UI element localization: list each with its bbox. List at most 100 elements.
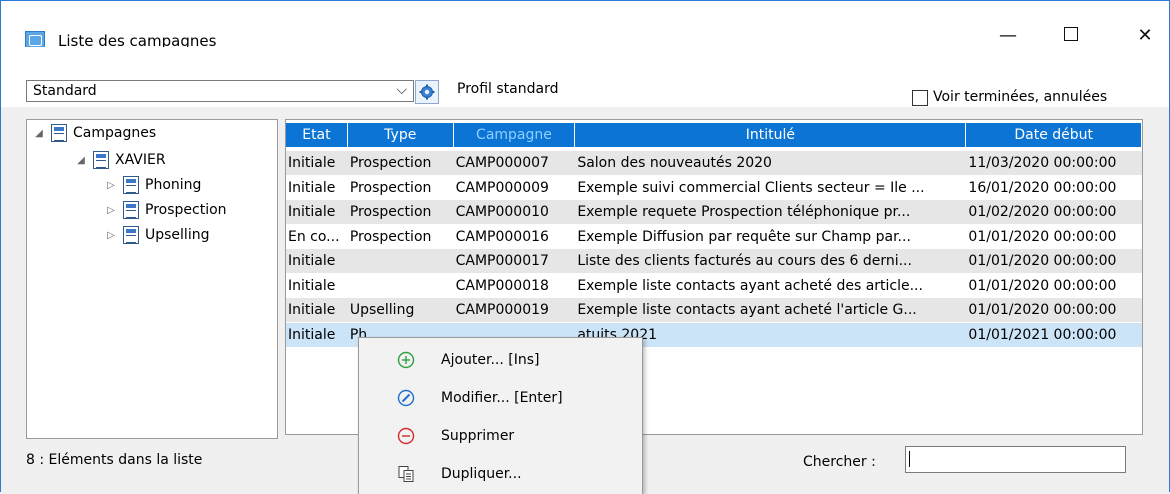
cell-date: 11/03/2020 00:00:00 [968,155,1117,171]
folder-doc-icon [123,201,139,219]
cell-type: Prospection [349,204,432,220]
cell-date: 16/01/2020 00:00:00 [968,179,1117,196]
cell-campagne: CAMP000009 [455,179,549,196]
delete-icon [397,427,415,445]
view-select[interactable]: Standard ⌵ [26,80,414,102]
search-input[interactable] [905,446,1126,473]
tree-node-prospection[interactable]: ▷ Prospection [105,201,227,219]
title-bar: Liste des campagnes — ✕ [1,1,1169,50]
column-header-date-debut[interactable]: Date début [966,123,1142,147]
tree-node-phoning[interactable]: ▷ Phoning [105,176,201,194]
profile-settings-button[interactable] [415,80,439,104]
cell-intitule: Exemple liste contacts ayant acheté des … [577,277,923,294]
column-header-type[interactable]: Type [348,123,454,147]
tree-node-upselling[interactable]: ▷ Upselling [105,226,209,244]
table-row[interactable]: Initiale CAMP000017 Liste des clients fact… [286,249,1142,273]
search-label: Chercher : [803,454,876,470]
cell-date: 01/01/2020 00:00:00 [968,302,1117,318]
menu-item-add[interactable]: Ajouter... [Ins] [359,342,642,378]
duplicate-icon [398,466,414,482]
cell-intitule: Liste des clients facturés au cours des … [577,253,912,269]
tree-node-label: Phoning [145,177,202,193]
cell-campagne: CAMP000018 [455,277,549,294]
profile-label: Profil standard [457,81,559,97]
cell-etat: Initiale [288,326,336,343]
folder-doc-icon [123,176,139,194]
collapse-icon[interactable]: ◢ [33,128,45,139]
expand-icon[interactable]: ▷ [105,230,117,241]
cell-etat: Initiale [288,179,336,196]
menu-item-duplicate[interactable]: Dupliquer... [359,456,642,492]
text-caret [909,451,910,467]
campaign-tree: ◢ Campagnes ◢ XAVIER ▷ Phoning ▷ Prospec… [26,119,278,439]
campaign-list-window: Liste des campagnes — ✕ Standard ⌵ Profi… [0,0,1170,494]
menu-item-label: Ajouter... [Ins] [441,352,540,368]
show-finished-label[interactable]: Voir terminées, annulées [933,89,1107,105]
table-row[interactable]: En co... Prospection CAMP000016 Exemple Dif… [286,225,1142,249]
folder-doc-icon [93,151,109,169]
cell-campagne: CAMP000019 [455,302,549,318]
tree-node-root[interactable]: ◢ Campagnes [33,124,156,142]
maximize-button[interactable] [1056,25,1086,46]
cell-etat: Initiale [288,302,336,318]
cell-campagne: CAMP000016 [455,228,549,245]
collapse-icon[interactable]: ◢ [75,155,87,166]
view-select-value: Standard [33,83,97,99]
cell-intitule: Exemple suivi commercial Clients secteur… [577,179,925,196]
cell-type: Prospection [349,228,432,245]
cell-date: 01/01/2020 00:00:00 [968,253,1117,269]
maximize-icon [1064,27,1078,41]
cell-date: 01/02/2020 00:00:00 [968,204,1117,220]
folder-doc-icon [123,226,139,244]
cell-date: 01/01/2020 00:00:00 [968,277,1117,294]
tree-node-label: Upselling [145,227,210,243]
column-header-etat[interactable]: Etat [286,123,348,147]
menu-item-delete[interactable]: Supprimer [359,418,642,454]
gear-icon [419,84,435,100]
table-row[interactable]: Initiale Upselling CAMP000019 Exemple liste… [286,298,1142,322]
cell-etat: Initiale [288,277,336,294]
expand-icon[interactable]: ▷ [105,205,117,216]
table-row[interactable]: Initiale Prospection CAMP000007 Salon des n… [286,151,1142,175]
cell-intitule: Exemple Diffusion par requête sur Champ … [577,228,911,245]
add-icon [397,351,415,369]
cell-campagne: CAMP000007 [455,155,549,171]
table-row[interactable]: Initiale Prospection CAMP000009 Exemple sui… [286,176,1142,200]
tree-node-label: Campagnes [73,125,157,141]
cell-etat: Initiale [288,204,336,220]
cell-intitule: Salon des nouveautés 2020 [577,155,772,171]
cell-type: Prospection [349,155,432,171]
close-button[interactable]: ✕ [1130,25,1160,46]
cell-campagne: CAMP000010 [455,204,549,220]
cell-type: Prospection [349,179,432,196]
tree-node-label: XAVIER [115,152,166,168]
cell-intitule: Exemple liste contacts ayant acheté l'ar… [577,302,917,318]
cell-date: 01/01/2021 00:00:00 [968,326,1117,343]
expand-icon[interactable]: ▷ [105,180,117,191]
cell-etat: En co... [288,228,340,245]
menu-item-label: Dupliquer... [441,466,522,482]
minimize-button[interactable]: — [993,25,1023,46]
tree-node-label: Prospection [145,202,227,218]
context-menu: Ajouter... [Ins] Modifier... [Enter] Sup… [358,337,643,494]
cell-etat: Initiale [288,253,336,269]
cell-date: 01/01/2020 00:00:00 [968,228,1117,245]
tree-node-xavier[interactable]: ◢ XAVIER [75,151,166,169]
cell-campagne: CAMP000017 [455,253,549,269]
edit-icon [397,389,415,407]
cell-etat: Initiale [288,155,336,171]
table-row[interactable]: Initiale CAMP000018 Exemple liste contacts… [286,274,1142,298]
cell-type: Upselling [349,302,415,318]
menu-item-edit[interactable]: Modifier... [Enter] [359,380,642,416]
item-count: 8 : Eléments dans la liste [26,452,203,468]
column-header-intitule[interactable]: Intitulé [575,123,967,147]
column-header-campagne[interactable]: Campagne [454,123,576,147]
menu-item-label: Supprimer [441,428,515,444]
show-finished-checkbox[interactable] [912,90,928,106]
grid-header: Etat Type Campagne Intitulé Date début [286,123,1142,147]
table-row[interactable]: Initiale Prospection CAMP000010 Exemple req… [286,200,1142,224]
menu-item-label: Modifier... [Enter] [441,390,563,406]
chevron-down-icon[interactable]: ⌵ [396,82,407,98]
cell-intitule: Exemple requete Prospection téléphonique… [577,204,911,220]
folder-doc-icon [51,124,67,142]
